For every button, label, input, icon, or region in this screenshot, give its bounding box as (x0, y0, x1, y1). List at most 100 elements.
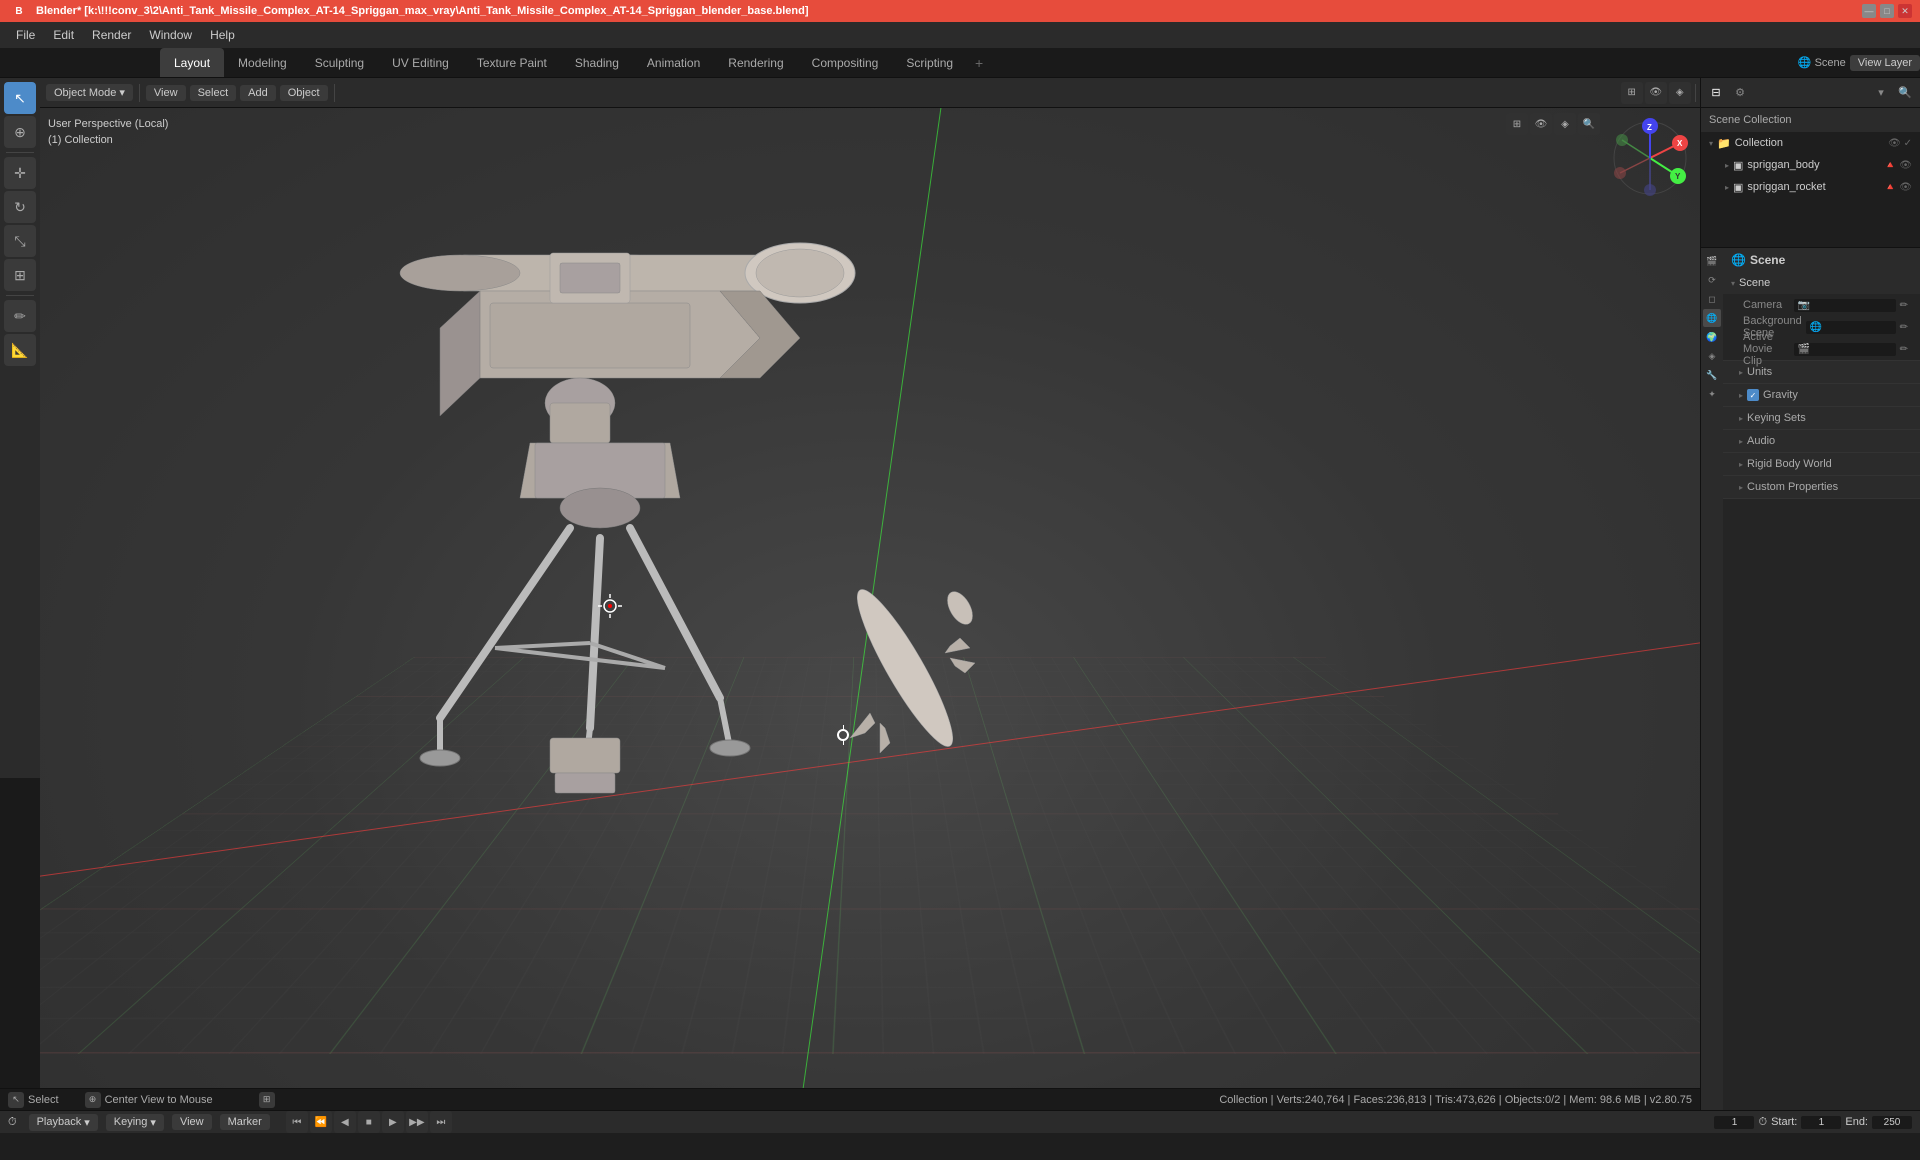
gravity-header[interactable]: ▸ ✓ Gravity (1723, 384, 1920, 406)
center-view-icon: ⊕ (85, 1092, 101, 1108)
object-menu[interactable]: Object (280, 85, 328, 101)
blender-logo[interactable]: B (8, 0, 30, 22)
stop-button[interactable]: ■ (358, 1111, 380, 1133)
tab-rendering[interactable]: Rendering (714, 48, 797, 77)
properties-icon[interactable]: ⚙ (1729, 82, 1751, 104)
view-tool-1[interactable]: ⊞ (1506, 113, 1528, 135)
body-vis[interactable]: 🔺 👁 (1884, 160, 1912, 171)
add-menu[interactable]: Add (240, 85, 276, 101)
3d-cursor[interactable] (837, 729, 849, 741)
navigation-gizmo[interactable]: X Y Z (1610, 118, 1690, 198)
rocket-vis[interactable]: 🔺 👁 (1884, 182, 1912, 193)
output-props-icon[interactable]: ⟳ (1703, 271, 1721, 289)
tool-select[interactable]: ↖ (4, 82, 36, 114)
movie-clip-select[interactable]: ✏ (1900, 344, 1908, 355)
filter-icon[interactable]: ▾ (1870, 82, 1892, 104)
play-prev-frame[interactable]: ◀ (334, 1111, 356, 1133)
bg-scene-select[interactable]: ✏ (1900, 322, 1908, 333)
header-toolbar: Object Mode ▾ View Select Add Object ⊞ 👁… (40, 78, 1920, 108)
select-menu[interactable]: Select (190, 85, 237, 101)
keying-menu[interactable]: Keying ▾ (106, 1114, 164, 1131)
play-last-frame[interactable]: ⏭ (430, 1111, 452, 1133)
current-frame[interactable]: 1 (1714, 1116, 1754, 1129)
menu-render[interactable]: Render (84, 26, 139, 44)
mode-selector[interactable]: Object Mode ▾ (46, 84, 133, 101)
audio-header[interactable]: ▸ Audio (1723, 430, 1920, 452)
camera-value[interactable]: 📷 (1794, 299, 1896, 312)
play-next-frame[interactable]: ▶▶ (406, 1111, 428, 1133)
tool-cursor[interactable]: ⊕ (4, 116, 36, 148)
outliner-item-collection[interactable]: ▾ 📁 Collection 👁 ✓ (1701, 132, 1920, 154)
playback-menu[interactable]: Playback ▾ (29, 1114, 98, 1131)
tab-texture-paint[interactable]: Texture Paint (463, 48, 561, 77)
select-status-icon: ↖ (8, 1092, 24, 1108)
viewport-icon-3[interactable]: ◈ (1669, 82, 1691, 104)
custom-properties-label: Custom Properties (1747, 481, 1838, 493)
view-props-icon[interactable]: ◻ (1703, 290, 1721, 308)
minimize-button[interactable]: — (1862, 4, 1876, 18)
close-button[interactable]: ✕ (1898, 4, 1912, 18)
view-tool-2[interactable]: 👁 (1530, 113, 1552, 135)
tab-shading[interactable]: Shading (561, 48, 633, 77)
scene-section-header[interactable]: ▾ Scene (1723, 272, 1920, 294)
collection-vis[interactable]: 👁 ✓ (1888, 138, 1912, 149)
viewport-overlay-right: ⊞ 👁 ◈ 🔍 (1506, 113, 1600, 135)
camera-select[interactable]: ✏ (1900, 300, 1908, 311)
tool-move[interactable]: ✛ (4, 157, 36, 189)
gravity-checkbox[interactable]: ✓ (1747, 389, 1759, 401)
particles-props-icon[interactable]: ✦ (1703, 385, 1721, 403)
tool-measure[interactable]: 📐 (4, 334, 36, 366)
tab-scripting[interactable]: Scripting (892, 48, 967, 77)
view-menu-timeline[interactable]: View (172, 1114, 212, 1130)
view-tool-3[interactable]: ◈ (1554, 113, 1576, 135)
modifier-props-icon[interactable]: 🔧 (1703, 366, 1721, 384)
menu-edit[interactable]: Edit (45, 26, 82, 44)
menu-file[interactable]: File (8, 26, 43, 44)
viewport[interactable]: User Perspective (Local) (1) Collection … (40, 108, 1700, 1110)
start-frame[interactable]: 1 (1801, 1116, 1841, 1129)
play-first-frame[interactable]: ⏮ (286, 1111, 308, 1133)
tab-animation[interactable]: Animation (633, 48, 714, 77)
status-left: ↖ Select (8, 1092, 59, 1108)
tab-compositing[interactable]: Compositing (798, 48, 893, 77)
outliner-item-spriggan-body[interactable]: ▸ ▣ spriggan_body 🔺 👁 (1701, 154, 1920, 176)
play-button[interactable]: ▶ (382, 1111, 404, 1133)
search-icon[interactable]: 🔍 (1894, 82, 1916, 104)
play-prev-keyframe[interactable]: ⏪ (310, 1111, 332, 1133)
view-layer-badge[interactable]: View Layer (1850, 55, 1920, 71)
view-menu[interactable]: View (146, 85, 186, 101)
object-props-icon[interactable]: ◈ (1703, 347, 1721, 365)
cp-chevron: ▸ (1739, 483, 1743, 492)
tool-rotate[interactable]: ↻ (4, 191, 36, 223)
view-tool-4[interactable]: 🔍 (1578, 113, 1600, 135)
outliner-item-spriggan-rocket[interactable]: ▸ ▣ spriggan_rocket 🔺 👁 (1701, 176, 1920, 198)
tab-uv-editing[interactable]: UV Editing (378, 48, 463, 77)
audio-section: ▸ Audio (1723, 430, 1920, 453)
active-movie-clip-label: Active Movie Clip (1743, 331, 1790, 367)
keying-chevron: ▸ (1739, 414, 1743, 423)
world-props-icon[interactable]: 🌍 (1703, 328, 1721, 346)
marker-menu[interactable]: Marker (220, 1114, 270, 1130)
tab-add-button[interactable]: + (967, 51, 991, 75)
tab-layout[interactable]: Layout (160, 48, 224, 77)
tab-modeling[interactable]: Modeling (224, 48, 301, 77)
active-movie-clip-value[interactable]: 🎬 (1794, 343, 1896, 356)
tool-transform[interactable]: ⊞ (4, 259, 36, 291)
background-scene-value[interactable]: 🌐 (1806, 321, 1896, 334)
custom-properties-header[interactable]: ▸ Custom Properties (1723, 476, 1920, 498)
viewport-icon-2[interactable]: 👁 (1645, 82, 1667, 104)
outliner-icon[interactable]: ⊟ (1705, 82, 1727, 104)
tab-sculpting[interactable]: Sculpting (301, 48, 378, 77)
viewport-icon-1[interactable]: ⊞ (1621, 82, 1643, 104)
menu-window[interactable]: Window (141, 26, 200, 44)
render-props-icon[interactable]: 🎬 (1703, 252, 1721, 270)
tool-annotate[interactable]: ✏ (4, 300, 36, 332)
keying-sets-header[interactable]: ▸ Keying Sets (1723, 407, 1920, 429)
tool-scale[interactable]: ⤡ (4, 225, 36, 257)
menu-help[interactable]: Help (202, 26, 243, 44)
scene-props-icon[interactable]: 🌐 (1703, 309, 1721, 327)
body-name: spriggan_body (1747, 159, 1819, 171)
end-frame[interactable]: 250 (1872, 1116, 1912, 1129)
maximize-button[interactable]: □ (1880, 4, 1894, 18)
rigid-body-world-header[interactable]: ▸ Rigid Body World (1723, 453, 1920, 475)
